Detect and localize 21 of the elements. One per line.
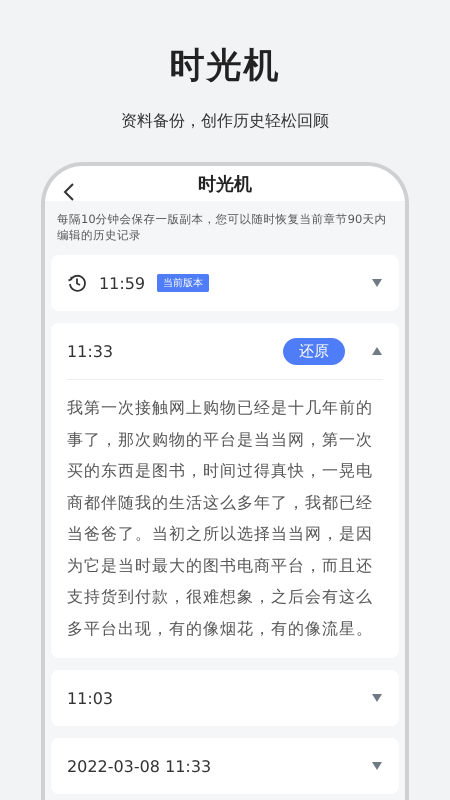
expand-caret-icon[interactable] (371, 278, 383, 288)
history-clock-icon (67, 273, 87, 293)
page-title: 时光机 (170, 45, 280, 88)
version-card[interactable]: 11:03 (51, 670, 399, 726)
version-card[interactable]: 11:33 还原 我第一次接触网上购物已经是十几年前的事了，那次购物的平台是当当网，第一次买的东西是图书，时间过得真快，一晃电商都伴随我的生活这么多年了，我都已经当爸爸了。当初之所以选择当当网，是因为它是当时最大的图书电商平台，而且还支持货到付款，很难想象，之后会有这么多平台出现，有的像烟花，有的像流星。 (51, 323, 399, 658)
version-card[interactable]: 11:59 当前版本 (51, 255, 399, 311)
version-time: 11:59 (99, 274, 146, 292)
restore-button[interactable]: 还原 (283, 338, 345, 364)
page-subtitle: 资料备份，创作历史轻松回顾 (121, 111, 329, 132)
version-card[interactable]: 2022-03-08 11:33 (51, 738, 399, 794)
version-time: 2022-03-08 11:33 (67, 756, 212, 776)
expand-caret-icon[interactable] (371, 693, 383, 703)
expand-caret-icon[interactable] (371, 761, 383, 771)
back-icon[interactable] (63, 182, 75, 202)
notice-text: 每隔10分钟会保存一版副本，您可以随时恢复当前章节90天内编辑的历史记录 (56, 211, 388, 244)
version-time: 11:33 (67, 342, 114, 360)
version-content: 我第一次接触网上购物已经是十几年前的事了，那次购物的平台是当当网，第一次买的东西是图书，时间过得真快，一晃电商都伴随我的生活这么多年了，我都已经当爸爸了。当初之所以选择当当网，是因为它是当时最大的图书电商平台，而且还支持货到付款，很难想象，之后会有这么多平台出现，有的像烟花，有的像流星。 (67, 397, 374, 640)
screen-title: 时光机 (198, 172, 252, 196)
collapse-caret-icon[interactable] (371, 346, 383, 356)
version-time: 11:03 (67, 688, 114, 708)
current-version-badge: 当前版本 (157, 274, 210, 292)
